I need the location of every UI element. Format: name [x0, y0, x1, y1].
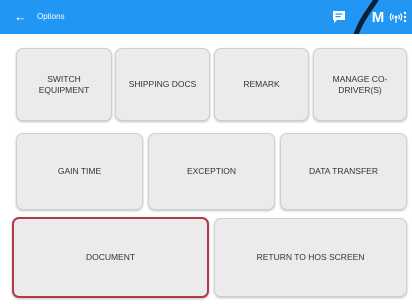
- gain-time-button[interactable]: GAIN TIME: [16, 133, 143, 210]
- return-to-hos-screen-button[interactable]: RETURN TO HOS SCREEN: [214, 218, 407, 297]
- switch-equipment-button[interactable]: SWITCH EQUIPMENT: [16, 48, 112, 121]
- more-options-icon[interactable]: [401, 8, 409, 26]
- data-transfer-button[interactable]: DATA TRANSFER: [280, 133, 407, 210]
- message-icon[interactable]: [331, 8, 347, 26]
- app-bar: ← Options M: [0, 0, 412, 34]
- back-arrow-icon[interactable]: ←: [14, 9, 27, 25]
- document-button[interactable]: DOCUMENT: [12, 217, 209, 298]
- m-icon[interactable]: M: [370, 8, 386, 26]
- page-title: Options: [37, 12, 65, 21]
- shipping-docs-button[interactable]: SHIPPING DOCS: [115, 48, 210, 121]
- options-panel: SWITCH EQUIPMENT SHIPPING DOCS REMARK MA…: [0, 34, 412, 304]
- manage-co-driver-button[interactable]: MANAGE CO-DRIVER(S): [313, 48, 407, 121]
- exception-button[interactable]: EXCEPTION: [148, 133, 275, 210]
- remark-button[interactable]: REMARK: [214, 48, 309, 121]
